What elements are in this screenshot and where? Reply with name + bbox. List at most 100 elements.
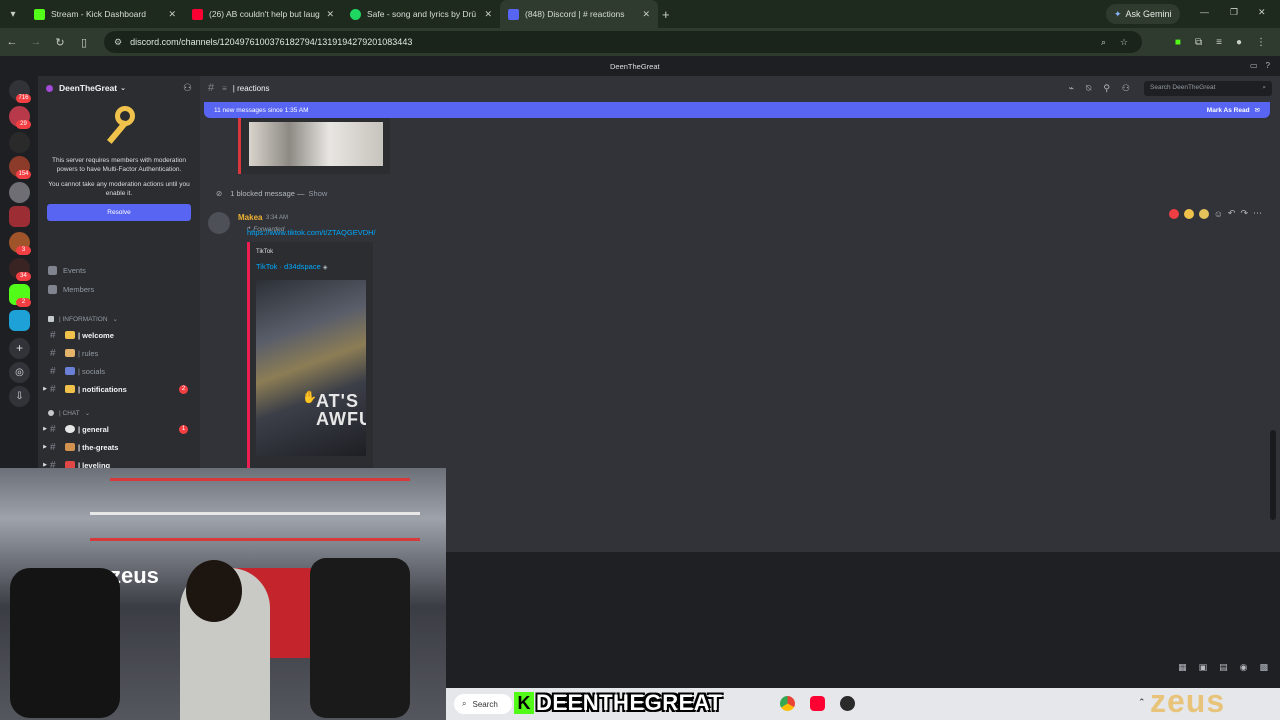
restore-icon[interactable]: ❐ — [1230, 7, 1238, 18]
chrome-icon[interactable] — [780, 696, 795, 711]
menu-dots-icon[interactable]: ⋮ — [1256, 37, 1266, 48]
site-info-icon[interactable]: ⚙ — [114, 37, 122, 48]
channel-name: | general — [78, 424, 109, 434]
category-chat[interactable]: | CHAT ⌄ — [48, 409, 90, 417]
reply-icon[interactable]: ↶ — [1228, 208, 1236, 219]
new-tab-button[interactable]: + — [662, 7, 670, 22]
resolve-button[interactable]: Resolve — [47, 204, 191, 221]
reload-icon[interactable]: ↻ — [48, 36, 72, 49]
obs-icon[interactable] — [840, 696, 855, 711]
members-icon — [48, 285, 57, 294]
embed-video-thumbnail[interactable]: AT'S AWFU ✋ — [256, 280, 366, 456]
crown-emoji-icon — [65, 443, 75, 451]
extension-icon[interactable]: ■ — [1175, 37, 1181, 48]
window-icon[interactable]: ▣ — [1199, 662, 1208, 673]
close-icon[interactable]: ✕ — [642, 9, 650, 20]
channel-rules[interactable]: # | rules — [40, 345, 196, 361]
circle-icon[interactable]: ◉ — [1240, 662, 1248, 673]
channel-welcome[interactable]: # | welcome — [40, 327, 196, 343]
youtube-icon[interactable] — [810, 696, 825, 711]
events-label: Events — [63, 266, 86, 275]
explore-icon[interactable]: ◎ — [9, 362, 30, 383]
members-link[interactable]: Members — [48, 285, 94, 294]
tray-icons: ▦ ▣ ▤ ◉ ▩ — [1178, 662, 1268, 673]
sidepanel-icon[interactable]: ▯ — [72, 36, 96, 49]
mfa-note: You cannot take any moderation actions u… — [48, 181, 190, 197]
discord-title-strip: DeenTheGreat ▭ ? — [0, 56, 1280, 76]
browser-tab-discord[interactable]: (848) Discord | # reactions ✕ — [500, 0, 658, 28]
channel-name: | rules — [78, 348, 99, 358]
minimize-icon[interactable]: — — [1200, 7, 1209, 17]
pinned-messages-icon[interactable]: ⚲ — [1103, 83, 1110, 94]
avatar[interactable] — [208, 212, 230, 234]
show-blocked-link[interactable]: Show — [309, 189, 328, 198]
hash-icon: # — [50, 441, 56, 453]
heart-reaction-icon[interactable] — [1168, 208, 1179, 219]
embed-provider: TikTok — [256, 249, 274, 255]
mfa-notice: This server requires members with modera… — [38, 104, 200, 221]
key-icon — [99, 104, 139, 150]
browser-tab-spotify[interactable]: Safe - song and lyrics by Drū O ✕ — [342, 0, 500, 28]
back-icon[interactable]: ← — [0, 36, 24, 48]
member-list-icon[interactable]: ⚇ — [1122, 83, 1130, 94]
zoom-icon[interactable]: ⌕ — [1101, 37, 1106, 48]
forward-icon[interactable]: → — [24, 36, 48, 48]
layout-icon[interactable]: ▩ — [1259, 662, 1268, 673]
server-icon[interactable] — [9, 206, 30, 227]
search-input[interactable]: Search DeenTheGreat ⌕ — [1144, 81, 1272, 96]
tab-search-icon[interactable]: ▾ — [0, 0, 26, 28]
mouse-cursor-icon: ✋ — [302, 390, 317, 404]
embed-title[interactable]: TikTok · d34dspace ◈ — [256, 262, 327, 271]
threads-icon[interactable]: ⌁ — [1069, 83, 1074, 94]
bookmark-star-icon[interactable]: ☆ — [1120, 37, 1128, 48]
category-information[interactable]: | INFORMATION ⌄ — [48, 315, 118, 323]
channel-notifications[interactable]: ▶ # | notifications 2 — [40, 381, 196, 397]
hash-icon: # — [50, 347, 56, 359]
previous-embed-image[interactable] — [238, 118, 390, 174]
channel-socials[interactable]: # | socials — [40, 363, 196, 379]
mark-as-read-button[interactable]: Mark As Read — [1207, 107, 1250, 114]
add-reaction-icon[interactable]: ☺ — [1214, 209, 1223, 219]
browser-tab-youtube[interactable]: (26) AB couldn't help but laugh ✕ — [184, 0, 342, 28]
chevron-down-icon: ⌄ — [84, 410, 91, 417]
browser-tab-kick[interactable]: Stream - Kick Dashboard ✕ — [26, 0, 184, 28]
server-icon[interactable] — [9, 182, 30, 203]
server-header[interactable]: DeenTheGreat ⌄ ⚇ — [38, 76, 200, 100]
channel-the-greats[interactable]: ▶ # | the-greats — [40, 439, 196, 455]
new-messages-bar[interactable]: 11 new messages since 1:35 AM Mark As Re… — [204, 102, 1270, 118]
close-icon[interactable]: ✕ — [326, 9, 334, 20]
events-link[interactable]: Events — [48, 266, 86, 275]
forward-icon[interactable]: ↷ — [1240, 208, 1248, 219]
server-list: 716 29 154 3 34 2 + ◎ ⇩ — [0, 76, 38, 468]
close-window-icon[interactable]: ✕ — [1258, 7, 1266, 18]
laugh-reaction-icon[interactable] — [1183, 208, 1194, 219]
inbox-icon[interactable]: ▭ — [1250, 61, 1258, 70]
chevron-up-icon[interactable]: ⌃ — [1138, 697, 1146, 708]
server-icon[interactable] — [9, 132, 30, 153]
media-icon[interactable]: ≡ — [1216, 37, 1222, 48]
tiktok-link[interactable]: https://www.tiktok.com/t/ZTAQGEVDH/ — [247, 228, 376, 237]
address-bar[interactable]: ⚙ discord.com/channels/12049761003761827… — [104, 31, 1142, 53]
more-options-icon[interactable]: ⋯ — [1253, 208, 1262, 219]
close-icon[interactable]: ✕ — [484, 9, 492, 20]
message-author[interactable]: Makea — [238, 213, 262, 222]
ask-gemini-button[interactable]: ✦ Ask Gemini — [1106, 4, 1180, 24]
unread-badge: 34 — [16, 272, 31, 281]
help-icon[interactable]: ? — [1266, 61, 1270, 70]
profile-avatar[interactable]: ● — [1236, 37, 1242, 48]
notification-settings-icon[interactable]: ⍉ — [1086, 83, 1091, 94]
channel-general[interactable]: ▶ # | general 1 — [40, 421, 196, 437]
add-server-icon[interactable]: + — [9, 338, 30, 359]
extensions-puzzle-icon[interactable]: ⧉ — [1195, 37, 1202, 48]
cry-laugh-reaction-icon[interactable] — [1198, 208, 1209, 219]
grid-icon[interactable]: ▦ — [1178, 662, 1187, 673]
gaming-chair — [310, 558, 410, 718]
close-icon[interactable]: ✕ — [168, 9, 176, 20]
invite-people-icon[interactable]: ⚇ — [183, 83, 192, 94]
taskbar-search[interactable]: ⌕ Search — [454, 694, 512, 714]
screen-icon[interactable]: ▤ — [1219, 662, 1228, 673]
download-icon[interactable]: ⇩ — [9, 386, 30, 407]
chat-scrollbar[interactable] — [1270, 430, 1276, 520]
server-icon[interactable] — [9, 310, 30, 331]
channel-name: | the-greats — [78, 442, 119, 452]
